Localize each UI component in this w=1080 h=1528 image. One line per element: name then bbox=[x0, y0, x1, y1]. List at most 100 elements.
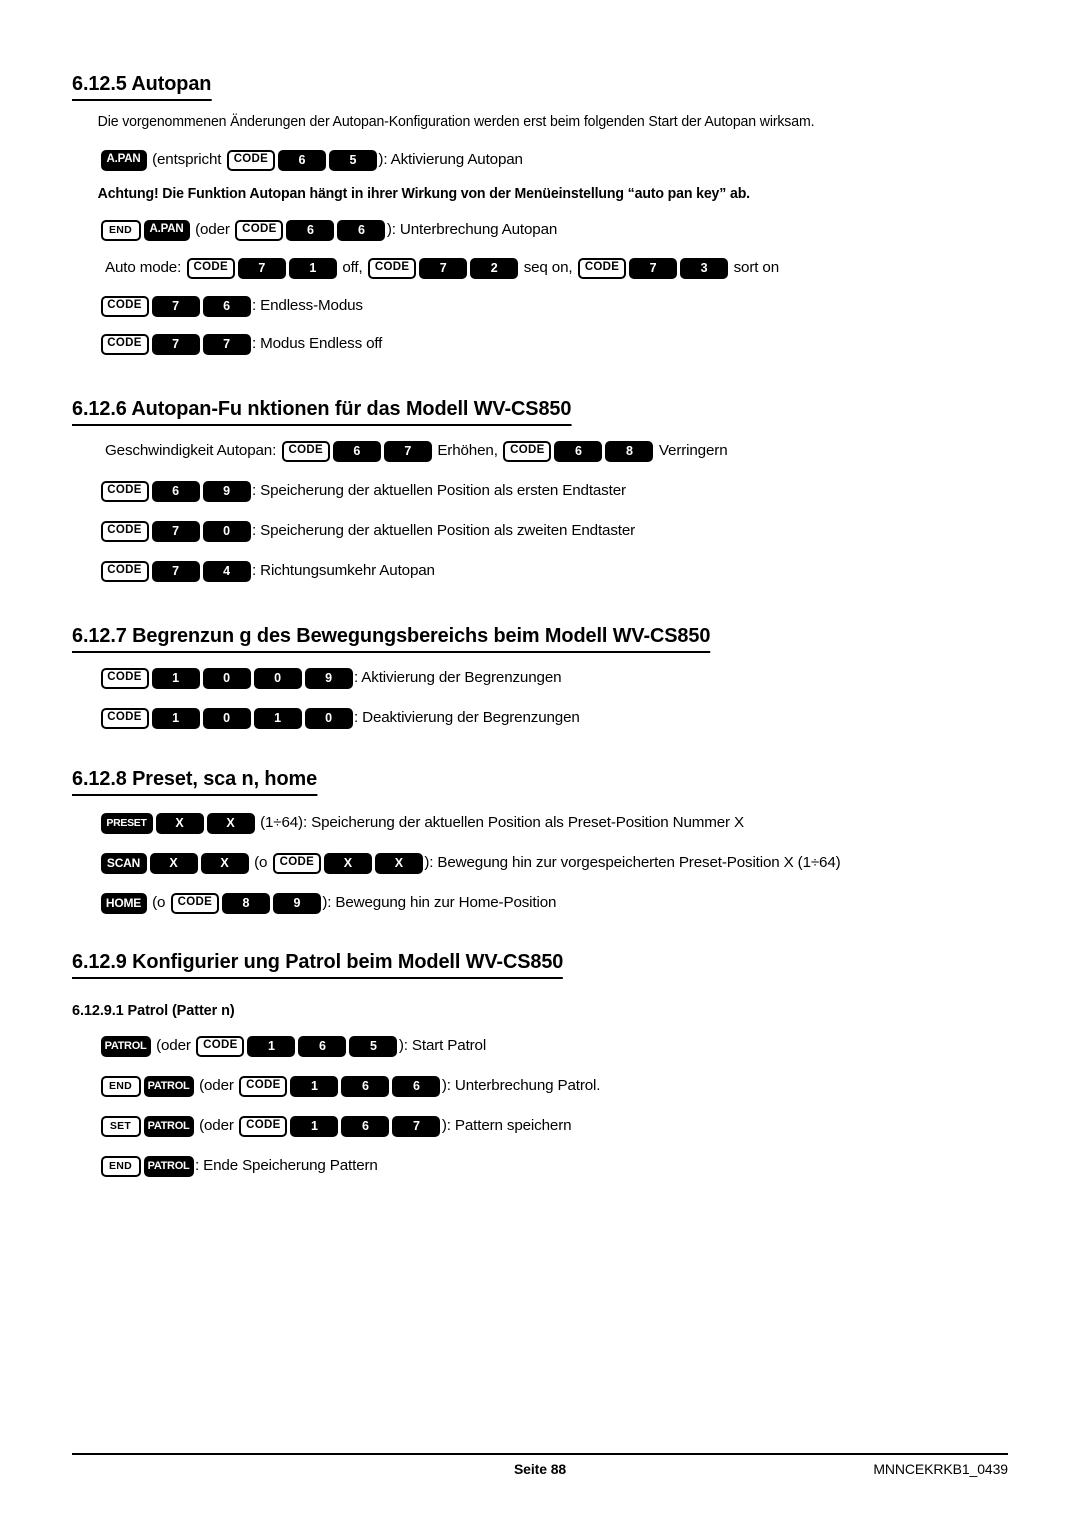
code-key[interactable]: CODE bbox=[272, 852, 321, 874]
keyline-text-post: : Richtungsumkehr Autopan bbox=[252, 562, 435, 579]
code-key[interactable]: CODE bbox=[226, 149, 275, 171]
digit-key[interactable]: 2 bbox=[470, 257, 519, 279]
digit-key[interactable]: 7 bbox=[151, 333, 200, 355]
keyline-text-mid: (oder bbox=[152, 1037, 195, 1054]
document-page: 6.12.5 Autopan Die vorgenommenen Änderun… bbox=[0, 0, 1080, 1528]
heading-text: 6.12.5 Autopan bbox=[72, 72, 211, 101]
speed-increase-text: Erhöhen, bbox=[433, 442, 502, 459]
digit-key[interactable]: 1 bbox=[290, 1075, 339, 1097]
digit-key[interactable]: 1 bbox=[151, 707, 200, 729]
apan-key[interactable]: A.PAN bbox=[100, 149, 147, 171]
digit-key[interactable]: 7 bbox=[629, 257, 678, 279]
digit-key[interactable]: 7 bbox=[419, 257, 468, 279]
code-key[interactable]: CODE bbox=[503, 440, 552, 462]
keyline-text-mid: (o bbox=[148, 894, 170, 911]
digit-key[interactable]: 0 bbox=[202, 707, 251, 729]
preset-key[interactable]: PRESET bbox=[100, 812, 153, 834]
keyline-apan-activate: A.PAN (entspricht CODE 6 5 ): Aktivierun… bbox=[0, 149, 1080, 171]
intro-text: Die vorgenommenen Änderungen der Autopan… bbox=[97, 113, 815, 130]
digit-key[interactable]: 6 bbox=[341, 1115, 390, 1137]
digit-key[interactable]: 5 bbox=[328, 149, 377, 171]
digit-key[interactable]: 6 bbox=[286, 219, 335, 241]
end-key[interactable]: END bbox=[100, 219, 141, 241]
digit-key[interactable]: 4 bbox=[202, 560, 251, 582]
scan-key[interactable]: SCAN bbox=[100, 852, 147, 874]
digit-key[interactable]: 0 bbox=[304, 707, 353, 729]
code-key[interactable]: CODE bbox=[239, 1075, 288, 1097]
keyline-text-post: : Endless-Modus bbox=[252, 297, 363, 314]
code-key[interactable]: CODE bbox=[100, 560, 149, 582]
digit-key[interactable]: 6 bbox=[341, 1075, 390, 1097]
digit-key[interactable]: 6 bbox=[277, 149, 326, 171]
x-key[interactable]: X bbox=[374, 852, 423, 874]
heading-text: 6.12.7 Begrenzun g des Bewegungsbereichs… bbox=[72, 624, 710, 653]
code-key[interactable]: CODE bbox=[235, 219, 284, 241]
digit-key[interactable]: 9 bbox=[304, 667, 353, 689]
set-key[interactable]: SET bbox=[100, 1115, 141, 1137]
end-key[interactable]: END bbox=[100, 1155, 141, 1177]
end-key[interactable]: END bbox=[100, 1075, 141, 1097]
keyline-text-post: ): Unterbrechung Patrol. bbox=[441, 1077, 601, 1094]
digit-key[interactable]: 0 bbox=[202, 667, 251, 689]
digit-key[interactable]: 9 bbox=[272, 892, 321, 914]
patrol-key[interactable]: PATROL bbox=[143, 1115, 194, 1137]
digit-key[interactable]: 7 bbox=[151, 520, 200, 542]
code-key[interactable]: CODE bbox=[281, 440, 330, 462]
digit-key[interactable]: 8 bbox=[605, 440, 654, 462]
speed-label: Geschwindigkeit Autopan: bbox=[105, 442, 281, 459]
digit-key[interactable]: 1 bbox=[253, 707, 302, 729]
digit-key[interactable]: 7 bbox=[237, 257, 286, 279]
apan-key[interactable]: A.PAN bbox=[143, 219, 190, 241]
digit-key[interactable]: 5 bbox=[349, 1035, 398, 1057]
digit-key[interactable]: 6 bbox=[202, 295, 251, 317]
digit-key[interactable]: 1 bbox=[290, 1115, 339, 1137]
x-key[interactable]: X bbox=[206, 812, 255, 834]
digit-key[interactable]: 6 bbox=[151, 480, 200, 502]
digit-key[interactable]: 7 bbox=[392, 1115, 441, 1137]
digit-key[interactable]: 0 bbox=[253, 667, 302, 689]
code-key[interactable]: CODE bbox=[186, 257, 235, 279]
code-key[interactable]: CODE bbox=[170, 892, 219, 914]
patrol-key[interactable]: PATROL bbox=[143, 1075, 194, 1097]
code-key[interactable]: CODE bbox=[578, 257, 627, 279]
digit-key[interactable]: 6 bbox=[392, 1075, 441, 1097]
keyline-patrol-save: SET PATROL (oder CODE 1 6 7 ): Pattern s… bbox=[0, 1115, 1080, 1137]
digit-key[interactable]: 7 bbox=[151, 560, 200, 582]
digit-key[interactable]: 7 bbox=[202, 333, 251, 355]
digit-key[interactable]: 7 bbox=[151, 295, 200, 317]
patrol-key[interactable]: PATROL bbox=[100, 1035, 151, 1057]
code-key[interactable]: CODE bbox=[100, 707, 149, 729]
digit-key[interactable]: 1 bbox=[151, 667, 200, 689]
digit-key[interactable]: 7 bbox=[383, 440, 432, 462]
x-key[interactable]: X bbox=[149, 852, 198, 874]
code-key[interactable]: CODE bbox=[239, 1115, 288, 1137]
code-key[interactable]: CODE bbox=[100, 667, 149, 689]
keyline-text-mid: (oder bbox=[195, 1117, 238, 1134]
code-key[interactable]: CODE bbox=[100, 480, 149, 502]
code-key[interactable]: CODE bbox=[196, 1035, 245, 1057]
digit-key[interactable]: 0 bbox=[202, 520, 251, 542]
digit-key[interactable]: 8 bbox=[221, 892, 270, 914]
keyline-text-post: : Speicherung der aktuellen Position als… bbox=[252, 482, 626, 499]
keyline-scan-recall: SCAN X X (o CODE X X ): Bewegung hin zur… bbox=[0, 852, 1080, 874]
keyline-text-post: : Ende Speicherung Pattern bbox=[195, 1157, 378, 1174]
x-key[interactable]: X bbox=[155, 812, 204, 834]
digit-key[interactable]: 9 bbox=[202, 480, 251, 502]
home-key[interactable]: HOME bbox=[100, 892, 147, 914]
digit-key[interactable]: 1 bbox=[247, 1035, 296, 1057]
code-key[interactable]: CODE bbox=[100, 295, 149, 317]
keyline-second-endstop: CODE 7 0 : Speicherung der aktuellen Pos… bbox=[0, 520, 1080, 542]
patrol-key[interactable]: PATROL bbox=[143, 1155, 194, 1177]
digit-key[interactable]: 3 bbox=[680, 257, 729, 279]
digit-key[interactable]: 6 bbox=[337, 219, 386, 241]
code-key[interactable]: CODE bbox=[100, 520, 149, 542]
x-key[interactable]: X bbox=[323, 852, 372, 874]
code-key[interactable]: CODE bbox=[100, 333, 149, 355]
code-key[interactable]: CODE bbox=[368, 257, 417, 279]
subheading-text: 6.12.9.1 Patrol (Patter n) bbox=[72, 1003, 235, 1019]
digit-key[interactable]: 6 bbox=[332, 440, 381, 462]
digit-key[interactable]: 1 bbox=[288, 257, 337, 279]
digit-key[interactable]: 6 bbox=[298, 1035, 347, 1057]
x-key[interactable]: X bbox=[200, 852, 249, 874]
digit-key[interactable]: 6 bbox=[554, 440, 603, 462]
